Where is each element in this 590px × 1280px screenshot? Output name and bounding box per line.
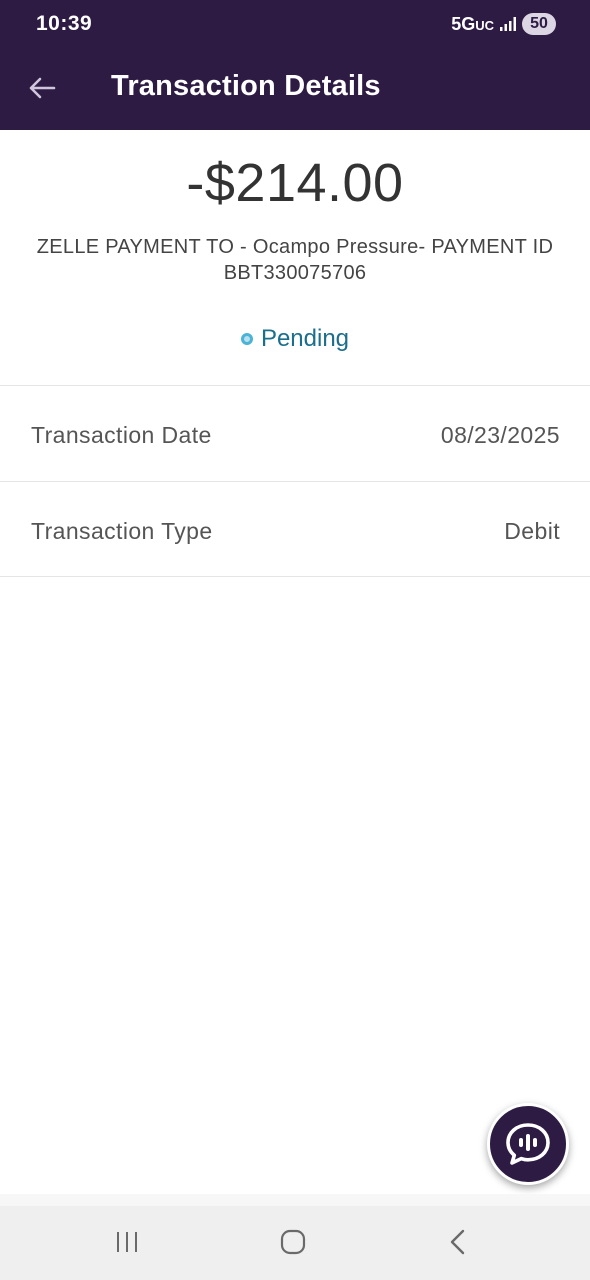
transaction-status: Pending (0, 325, 590, 353)
chat-bubble-icon (506, 1123, 550, 1165)
status-indicators: 5GUC 50 (451, 13, 556, 35)
chat-button[interactable] (487, 1103, 569, 1185)
recents-button[interactable] (108, 1224, 148, 1260)
home-icon (280, 1229, 306, 1255)
app-bar: Transaction Details (0, 50, 590, 130)
system-back-button[interactable] (438, 1224, 478, 1260)
status-bar: 10:39 5GUC 50 (0, 0, 590, 50)
detail-value: 08/23/2025 (440, 422, 560, 448)
transaction-description: ZELLE PAYMENT TO - Ocampo Pressure- PAYM… (36, 236, 554, 284)
system-navigation-bar (0, 1206, 590, 1280)
page-title: Transaction Details (111, 70, 381, 102)
network-label: 5G (451, 13, 476, 34)
detail-label: Transaction Date (31, 422, 212, 448)
network-indicator: 5GUC (451, 14, 494, 35)
status-label: Pending (260, 325, 350, 352)
transaction-amount: -$214.00 (186, 153, 404, 213)
detail-label: Transaction Type (31, 518, 213, 544)
recents-icon (117, 1232, 137, 1252)
detail-value: Debit (504, 518, 560, 544)
battery-indicator: 50 (522, 13, 556, 35)
signal-icon (500, 17, 516, 31)
nav-separator (0, 1194, 590, 1206)
home-button[interactable] (273, 1224, 313, 1260)
detail-row-transaction-type: Transaction Type Debit (0, 482, 590, 577)
back-chevron-icon (450, 1229, 465, 1255)
detail-row-transaction-date: Transaction Date 08/23/2025 (0, 386, 590, 481)
network-suffix: UC (475, 17, 494, 33)
arrow-left-icon (29, 77, 56, 99)
status-dot-icon (240, 333, 253, 345)
divider (0, 576, 590, 577)
back-button[interactable] (22, 68, 62, 108)
status-time: 10:39 (36, 12, 93, 35)
